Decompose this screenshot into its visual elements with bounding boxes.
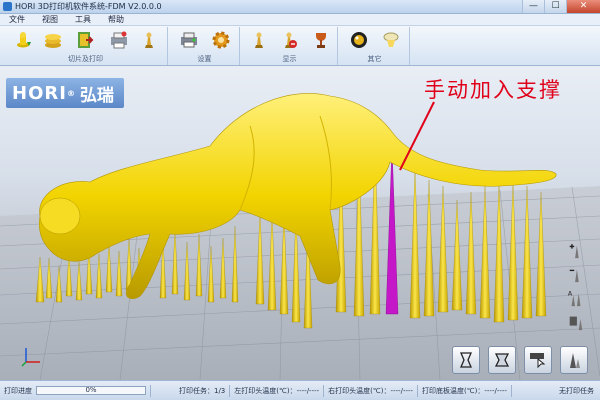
menu-file[interactable]: 文件 xyxy=(0,14,33,25)
print-progress-bar: 0% xyxy=(36,386,146,395)
load-model-icon[interactable] xyxy=(12,29,34,51)
ribbon-group-label: 切片及打印 xyxy=(68,55,103,63)
support-mode-icon[interactable] xyxy=(560,346,588,374)
minimize-button[interactable]: — xyxy=(522,0,544,13)
support-view-icon[interactable] xyxy=(278,29,300,51)
status-bar: 打印进度 0% 打印任务：1/3 左打印头温度(℃)：----/---- 右打印… xyxy=(0,380,600,400)
svg-text:A: A xyxy=(568,290,573,297)
menu-help[interactable]: 帮助 xyxy=(99,14,132,25)
gear-icon[interactable] xyxy=(210,29,232,51)
ribbon-group-other: 其它 xyxy=(340,27,410,65)
print-state: 无打印任务 xyxy=(559,386,594,395)
auto-support-icon[interactable]: A xyxy=(566,288,586,308)
menu-view[interactable]: 视图 xyxy=(33,14,66,25)
chess-piece-icon[interactable] xyxy=(138,29,160,51)
bed-temp: 打印底板温度(℃)：----/---- xyxy=(418,384,512,397)
print-task: 打印任务：1/3 xyxy=(175,384,231,397)
hori-logo: HORI ® 弘瑞 xyxy=(6,78,124,108)
scale-model-icon[interactable] xyxy=(488,346,516,374)
support-side-toolbar: A xyxy=(566,240,586,332)
view-select-icon[interactable] xyxy=(524,346,552,374)
ribbon-group-display: 显示 xyxy=(242,27,338,65)
ribbon-group-label: 设置 xyxy=(197,55,212,63)
preview-icon[interactable] xyxy=(348,29,370,51)
print-progress-value: 0% xyxy=(85,386,97,394)
ribbon-group-label: 其它 xyxy=(367,55,382,63)
app-icon xyxy=(3,2,12,11)
ribbon-group-settings: 设置 xyxy=(170,27,240,65)
help-icon[interactable] xyxy=(380,29,402,51)
left-head-temp: 左打印头温度(℃)：----/---- xyxy=(230,384,325,397)
build-plate-scene xyxy=(0,93,600,380)
menu-tools[interactable]: 工具 xyxy=(66,14,99,25)
export-icon[interactable] xyxy=(74,29,96,51)
close-button[interactable]: ✕ xyxy=(566,0,600,13)
support-list-icon[interactable] xyxy=(566,312,586,332)
axis-indicator xyxy=(21,348,40,367)
title-bar: HORI 3D打印机软件系统-FDM V2.0.0.0 — ☐ ✕ xyxy=(0,0,600,14)
menu-bar: 文件 视图 工具 帮助 xyxy=(0,14,600,26)
center-model-icon[interactable] xyxy=(452,346,480,374)
window-title: HORI 3D打印机软件系统-FDM V2.0.0.0 xyxy=(15,2,162,11)
3d-viewport[interactable]: HORI ® 弘瑞 手动加入支撑 A xyxy=(0,66,600,380)
ribbon-group-slice-print: 切片及打印 xyxy=(4,27,168,65)
print-progress-label: 打印进度 xyxy=(4,386,32,395)
print-queue-icon[interactable] xyxy=(108,29,130,51)
layer-stack-icon[interactable] xyxy=(42,29,64,51)
print-progress-cell: 打印进度 0% xyxy=(0,384,151,397)
view-toolbar xyxy=(452,346,588,374)
ribbon-toolbar: 切片及打印 设置 显示 其它 xyxy=(0,26,600,66)
add-support-icon[interactable] xyxy=(566,240,586,260)
right-head-temp: 右打印头温度(℃)：----/---- xyxy=(324,384,419,397)
remove-support-icon[interactable] xyxy=(566,264,586,284)
manual-support-annotation: 手动加入支撑 xyxy=(424,78,562,102)
model-view-icon[interactable] xyxy=(248,29,270,51)
printer-settings-icon[interactable] xyxy=(178,29,200,51)
ribbon-group-label: 显示 xyxy=(282,55,297,63)
maximize-button[interactable]: ☐ xyxy=(544,0,566,13)
trophy-icon[interactable] xyxy=(310,29,332,51)
